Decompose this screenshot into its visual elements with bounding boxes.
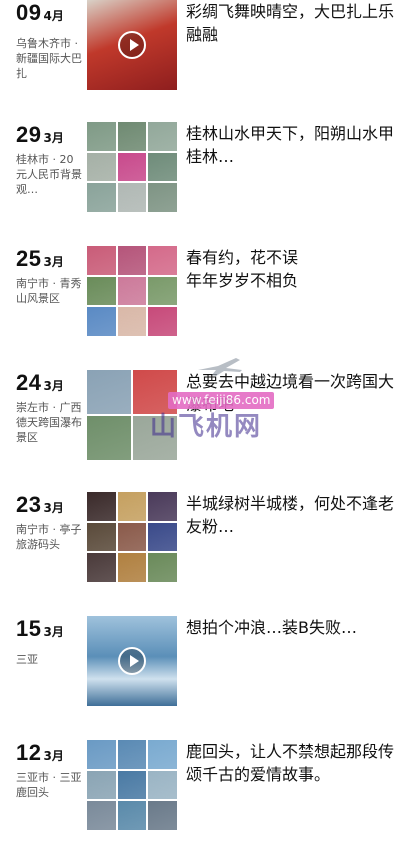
post-photo-thumbnail[interactable] bbox=[87, 122, 116, 151]
post-photo-thumbnail[interactable] bbox=[87, 740, 116, 769]
post-photo-thumbnail[interactable] bbox=[148, 122, 177, 151]
post-photo-thumbnail[interactable] bbox=[148, 152, 177, 182]
post-location: 桂林市 · 20元人民币背景观… bbox=[16, 153, 82, 196]
post-photo-thumbnail[interactable] bbox=[148, 276, 177, 306]
post-caption[interactable]: 鹿回头，让人不禁想起那段传颂千古的爱情故事。 bbox=[186, 740, 396, 786]
post-photo-grid[interactable] bbox=[87, 740, 177, 830]
post-date: 15 3月 三亚 bbox=[16, 616, 86, 667]
post-photo-thumbnail[interactable] bbox=[87, 492, 116, 521]
post-date: 23 3月 南宁市 · 亭子旅游码头 bbox=[16, 492, 86, 552]
post-photo-thumbnail[interactable] bbox=[117, 492, 147, 521]
post-photo-thumbnail[interactable] bbox=[117, 183, 147, 212]
post-photo-thumbnail[interactable] bbox=[87, 553, 116, 582]
post-caption[interactable]: 想拍个冲浪…装B失败… bbox=[186, 616, 396, 639]
post-photo-thumbnail[interactable] bbox=[148, 740, 177, 769]
post-photo-thumbnail[interactable] bbox=[117, 740, 147, 769]
post-video-thumbnail[interactable] bbox=[87, 616, 177, 706]
post-photo-thumbnail[interactable] bbox=[148, 307, 177, 336]
post-video-thumbnail[interactable] bbox=[87, 0, 177, 90]
post-photo-thumbnail[interactable] bbox=[87, 370, 131, 414]
post-photo-thumbnail[interactable] bbox=[148, 183, 177, 212]
post-photo-thumbnail[interactable] bbox=[117, 122, 147, 151]
post-caption[interactable]: 春有约，花不误 年年岁岁不相负 bbox=[186, 246, 396, 292]
play-icon[interactable] bbox=[118, 31, 146, 59]
post-photo-thumbnail[interactable] bbox=[87, 276, 116, 306]
post-date: 24 3月 崇左市 · 广西德天跨国瀑布景区 bbox=[16, 370, 86, 445]
post-location: 三亚 bbox=[16, 653, 38, 666]
post-item[interactable]: 25 3月 南宁市 · 青秀山风景区 春有约，花不误 年年岁岁不相负 bbox=[0, 246, 410, 356]
post-location: 三亚市 · 三亚鹿回头 bbox=[16, 771, 82, 799]
post-month: 3月 bbox=[43, 379, 64, 393]
post-item[interactable]: 12 3月 三亚市 · 三亚鹿回头 鹿回头，让人不禁想起那段传颂千古的爱情故事。 bbox=[0, 740, 410, 850]
post-photo-thumbnail[interactable] bbox=[87, 770, 116, 800]
post-item[interactable]: 29 3月 桂林市 · 20元人民币背景观… 桂林山水甲天下，阳朔山水甲桂林… bbox=[0, 122, 410, 232]
post-day: 15 bbox=[16, 616, 42, 641]
post-photo-thumbnail[interactable] bbox=[148, 801, 177, 830]
post-photo-thumbnail[interactable] bbox=[117, 152, 147, 182]
post-photo-thumbnail[interactable] bbox=[117, 553, 147, 582]
post-location: 南宁市 · 青秀山风景区 bbox=[16, 277, 82, 305]
post-photo-thumbnail[interactable] bbox=[117, 801, 147, 830]
post-item[interactable]: 15 3月 三亚 想拍个冲浪…装B失败… bbox=[0, 616, 410, 726]
post-day: 24 bbox=[16, 370, 42, 395]
post-photo-thumbnail[interactable] bbox=[87, 307, 116, 336]
post-caption[interactable]: 彩绸飞舞映晴空，大巴扎上乐融融 bbox=[186, 0, 396, 46]
post-day: 29 bbox=[16, 122, 42, 147]
watermark-plane-icon bbox=[198, 358, 242, 376]
play-icon[interactable] bbox=[118, 647, 146, 675]
post-month: 4月 bbox=[43, 9, 64, 23]
post-item[interactable]: 09 4月 乌鲁木齐市 · 新疆国际大巴扎 彩绸飞舞映晴空，大巴扎上乐融融 bbox=[0, 0, 410, 110]
watermark-site-name: 山飞机网 bbox=[150, 412, 263, 442]
post-location: 乌鲁木齐市 · 新疆国际大巴扎 bbox=[16, 37, 82, 80]
post-date: 12 3月 三亚市 · 三亚鹿回头 bbox=[16, 740, 86, 800]
post-photo-thumbnail[interactable] bbox=[117, 246, 147, 275]
post-location: 南宁市 · 亭子旅游码头 bbox=[16, 523, 82, 551]
post-date: 25 3月 南宁市 · 青秀山风景区 bbox=[16, 246, 86, 306]
post-photo-thumbnail[interactable] bbox=[117, 770, 147, 800]
post-photo-thumbnail[interactable] bbox=[87, 152, 116, 182]
post-photo-thumbnail[interactable] bbox=[148, 770, 177, 800]
post-day: 09 bbox=[16, 0, 42, 25]
post-photo-grid[interactable] bbox=[87, 492, 177, 582]
post-photo-grid[interactable] bbox=[87, 122, 177, 212]
post-photo-thumbnail[interactable] bbox=[117, 307, 147, 336]
post-date: 29 3月 桂林市 · 20元人民币背景观… bbox=[16, 122, 86, 197]
post-month: 3月 bbox=[43, 255, 64, 269]
post-location: 崇左市 · 广西德天跨国瀑布景区 bbox=[16, 401, 82, 444]
post-caption[interactable]: 半城绿树半城楼，何处不逢老友粉… bbox=[186, 492, 396, 538]
post-photo-thumbnail[interactable] bbox=[148, 553, 177, 582]
post-month: 3月 bbox=[43, 625, 64, 639]
post-photo-thumbnail[interactable] bbox=[148, 246, 177, 275]
post-photo-thumbnail[interactable] bbox=[148, 522, 177, 552]
post-photo-thumbnail[interactable] bbox=[87, 416, 131, 460]
post-day: 25 bbox=[16, 246, 42, 271]
post-photo-thumbnail[interactable] bbox=[87, 246, 116, 275]
post-month: 3月 bbox=[43, 131, 64, 145]
post-month: 3月 bbox=[43, 749, 64, 763]
post-photo-thumbnail[interactable] bbox=[117, 276, 147, 306]
post-photo-thumbnail[interactable] bbox=[148, 492, 177, 521]
post-caption[interactable]: 桂林山水甲天下，阳朔山水甲桂林… bbox=[186, 122, 396, 168]
post-day: 23 bbox=[16, 492, 42, 517]
post-photo-thumbnail[interactable] bbox=[87, 183, 116, 212]
post-item[interactable]: 23 3月 南宁市 · 亭子旅游码头 半城绿树半城楼，何处不逢老友粉… bbox=[0, 492, 410, 602]
post-photo-thumbnail[interactable] bbox=[117, 522, 147, 552]
post-month: 3月 bbox=[43, 501, 64, 515]
post-photo-thumbnail[interactable] bbox=[87, 522, 116, 552]
post-date: 09 4月 乌鲁木齐市 · 新疆国际大巴扎 bbox=[16, 0, 86, 81]
post-photo-thumbnail[interactable] bbox=[87, 801, 116, 830]
post-day: 12 bbox=[16, 740, 42, 765]
post-photo-grid[interactable] bbox=[87, 246, 177, 336]
